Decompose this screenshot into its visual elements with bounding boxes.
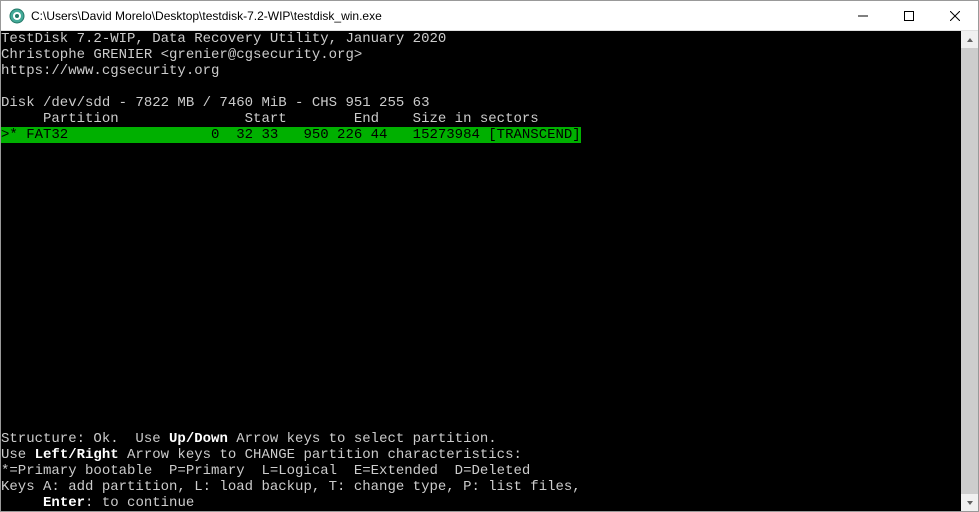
updown-hint: Up/Down: [169, 431, 228, 447]
leftright-hint: Left/Right: [35, 447, 119, 463]
partition-row-selected[interactable]: >* FAT32 0 32 33 950 226 44 15273984 [TR…: [1, 127, 581, 143]
enter-hint: Enter: [43, 495, 85, 511]
maximize-button[interactable]: [886, 1, 932, 30]
terminal[interactable]: TestDisk 7.2-WIP, Data Recovery Utility,…: [1, 31, 961, 511]
footer-legend: *=Primary bootable P=Primary L=Logical E…: [1, 463, 530, 479]
titlebar: C:\Users\David Morelo\Desktop\testdisk-7…: [1, 1, 978, 31]
partition-table-header: Partition Start End Size in sectors: [1, 111, 539, 127]
footer-keys: Keys A: add partition, L: load backup, T…: [1, 479, 581, 495]
header-line-3: https://www.cgsecurity.org: [1, 63, 219, 79]
app-icon: [9, 8, 25, 24]
scrollbar[interactable]: [961, 31, 978, 511]
minimize-button[interactable]: [840, 1, 886, 30]
disk-info: Disk /dev/sdd - 7822 MB / 7460 MiB - CHS…: [1, 95, 429, 111]
terminal-container: TestDisk 7.2-WIP, Data Recovery Utility,…: [1, 31, 978, 511]
footer-structure: Structure: Ok. Use Up/Down Arrow keys to…: [1, 431, 497, 447]
window-controls: [840, 1, 978, 30]
header-line-1: TestDisk 7.2-WIP, Data Recovery Utility,…: [1, 31, 446, 47]
scroll-up-button[interactable]: [961, 31, 978, 48]
terminal-spacer: [1, 143, 961, 415]
scroll-down-button[interactable]: [961, 494, 978, 511]
scroll-thumb[interactable]: [961, 48, 978, 494]
scroll-track[interactable]: [961, 48, 978, 494]
footer-leftright: Use Left/Right Arrow keys to CHANGE part…: [1, 447, 522, 463]
footer-enter: Enter: to continue: [1, 495, 194, 511]
window-title: C:\Users\David Morelo\Desktop\testdisk-7…: [31, 9, 840, 23]
close-button[interactable]: [932, 1, 978, 30]
header-line-2: Christophe GRENIER <grenier@cgsecurity.o…: [1, 47, 362, 63]
